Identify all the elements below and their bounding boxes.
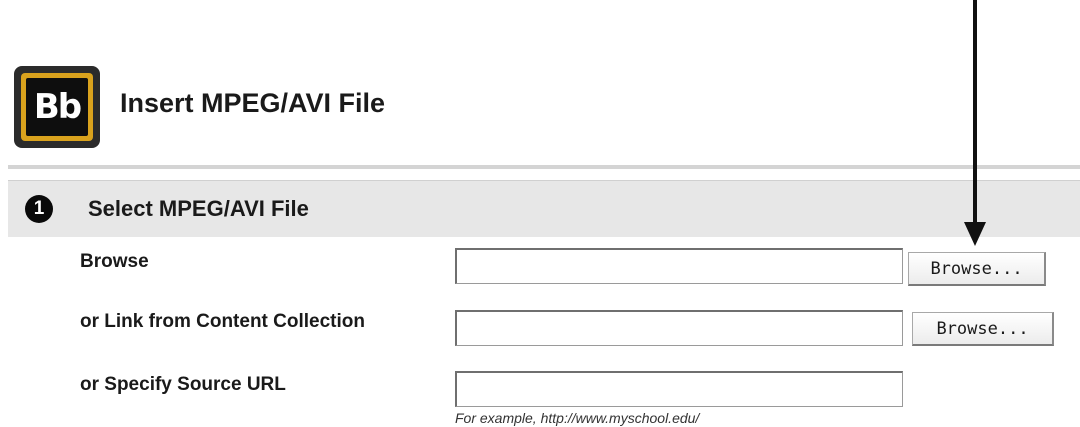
down-arrow-icon xyxy=(964,0,986,246)
page-title: Insert MPEG/AVI File xyxy=(120,88,386,118)
logo-frame: Bb xyxy=(21,73,93,141)
source-url-hint: For example, http://www.myschool.edu/ xyxy=(455,410,700,426)
source-url-label: or Specify Source URL xyxy=(80,374,286,395)
content-collection-input[interactable] xyxy=(455,310,903,346)
section-title: Select MPEG/AVI File xyxy=(88,196,309,221)
logo-text: Bb xyxy=(26,78,88,136)
blackboard-logo-icon: Bb xyxy=(14,66,100,148)
content-collection-label: or Link from Content Collection xyxy=(80,311,365,332)
browse-button[interactable]: Browse... xyxy=(908,252,1046,286)
section-header: 1 Select MPEG/AVI File xyxy=(8,180,1080,237)
browse-label: Browse xyxy=(80,251,149,272)
source-url-input[interactable] xyxy=(455,371,903,407)
browse-file-input[interactable] xyxy=(455,248,903,284)
step-number-icon: 1 xyxy=(25,195,53,223)
content-collection-browse-button[interactable]: Browse... xyxy=(912,312,1054,346)
divider xyxy=(8,165,1080,169)
